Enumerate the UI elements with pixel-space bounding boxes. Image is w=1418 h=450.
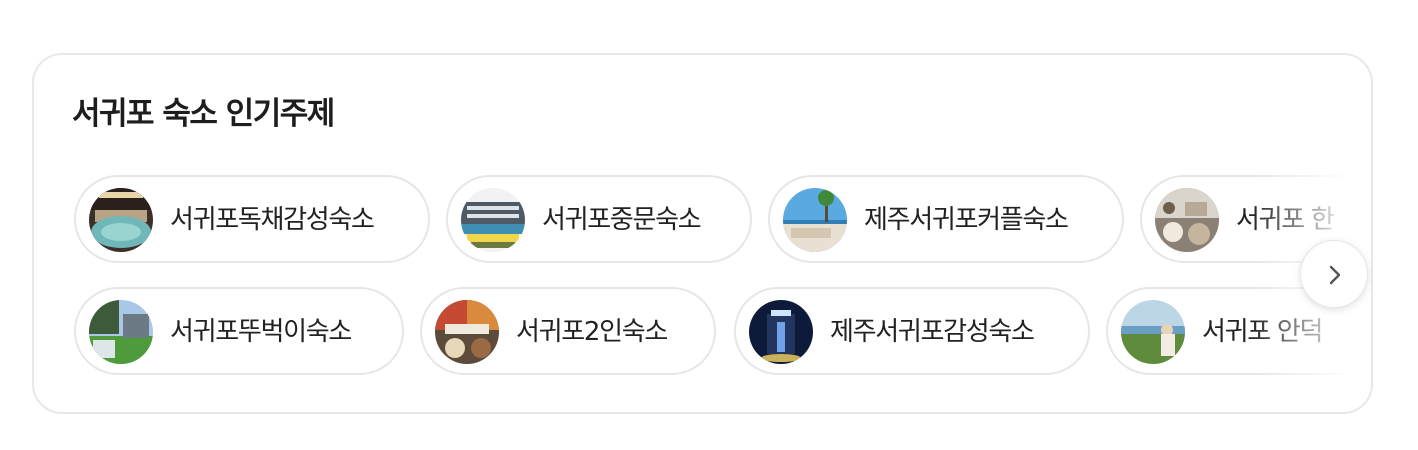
topic-chip[interactable]: 서귀포2인숙소 xyxy=(420,287,716,375)
chevron-right-icon xyxy=(1329,265,1341,285)
next-button[interactable] xyxy=(1300,240,1368,308)
hotel-pool-photo-icon xyxy=(461,188,525,252)
beach-palm-photo-icon xyxy=(783,188,847,252)
ocean-view-photo-icon xyxy=(1121,300,1185,364)
topic-chip[interactable]: 서귀포독채감성숙소 xyxy=(74,175,430,263)
indoor-pool-photo-icon xyxy=(89,188,153,252)
house-lawn-photo-icon xyxy=(89,300,153,364)
topic-label: 서귀포 안덕 xyxy=(1202,317,1323,347)
topic-label: 서귀포독채감성숙소 xyxy=(170,205,375,235)
food-collage-photo-icon xyxy=(435,300,499,364)
popular-topics-card: 서귀포 숙소 인기주제 서귀포독채감성숙소 서귀포중문숙소 제주서귀포커플숙소 … xyxy=(32,53,1373,414)
topic-label: 제주서귀포커플숙소 xyxy=(864,205,1069,235)
topic-chip[interactable]: 서귀포뚜벅이숙소 xyxy=(74,287,404,375)
night-building-photo-icon xyxy=(749,300,813,364)
topic-chip[interactable]: 제주서귀포감성숙소 xyxy=(734,287,1090,375)
topic-label: 제주서귀포감성숙소 xyxy=(830,317,1035,347)
topic-chip[interactable]: 서귀포중문숙소 xyxy=(446,175,752,263)
topic-chip[interactable]: 제주서귀포커플숙소 xyxy=(768,175,1124,263)
topic-label: 서귀포2인숙소 xyxy=(516,317,668,347)
topic-label: 서귀포중문숙소 xyxy=(542,205,702,235)
topic-label: 서귀포뚜벅이숙소 xyxy=(170,317,352,347)
food-table-photo-icon xyxy=(1155,188,1219,252)
section-title: 서귀포 숙소 인기주제 xyxy=(72,96,335,132)
